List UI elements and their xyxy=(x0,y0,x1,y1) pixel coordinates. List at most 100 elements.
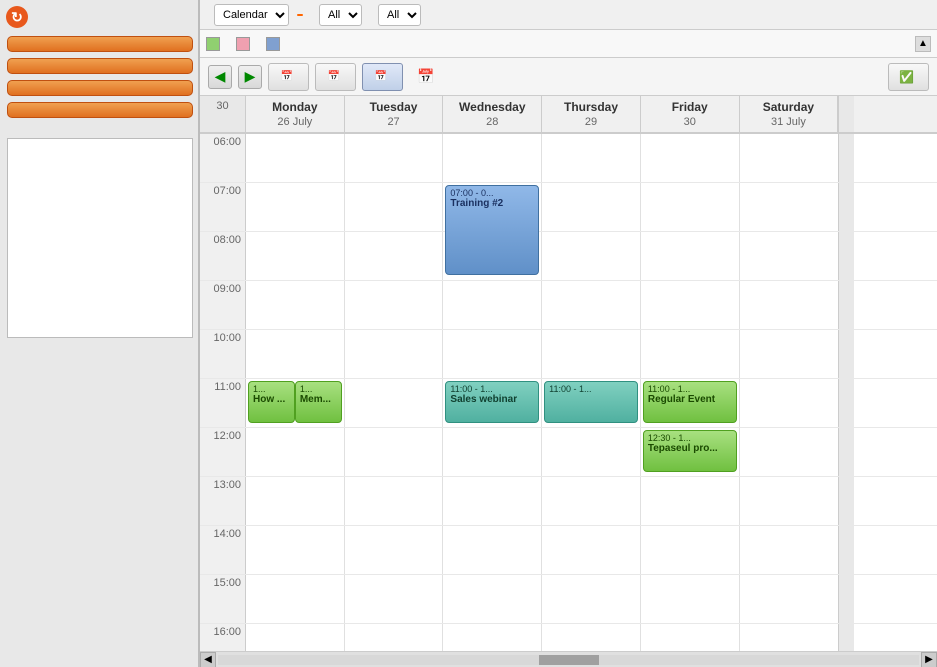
time-cell-row5-col1[interactable]: 1...How ...1...Mem... xyxy=(246,379,345,427)
time-cell-row6-col4[interactable] xyxy=(542,428,641,476)
time-cell-row10-col2[interactable] xyxy=(345,624,444,651)
time-grid[interactable]: 06:0007:0007:00 - 0...Training #208:0009… xyxy=(200,134,937,651)
time-label-09:00: 09:00 xyxy=(200,281,246,329)
time-cell-row7-col4[interactable] xyxy=(542,477,641,525)
time-cell-row8-col1[interactable] xyxy=(246,526,345,574)
settings-button[interactable] xyxy=(7,102,193,118)
time-cell-row8-col5[interactable] xyxy=(641,526,740,574)
time-cell-row9-col6[interactable] xyxy=(740,575,839,623)
time-cell-row6-col6[interactable] xyxy=(740,428,839,476)
time-cell-row7-col2[interactable] xyxy=(345,477,444,525)
next-arrow[interactable]: ▶ xyxy=(238,65,262,89)
time-cell-row4-col3[interactable] xyxy=(443,330,542,378)
event-how[interactable]: 1...How ... xyxy=(248,381,295,423)
row-scroll-spacer xyxy=(838,428,854,476)
time-cell-row1-col4[interactable] xyxy=(542,183,641,231)
time-cell-row7-col5[interactable] xyxy=(641,477,740,525)
week-view-button[interactable]: 📅 xyxy=(315,63,356,91)
today-button[interactable]: ✅ xyxy=(888,63,929,91)
time-cell-row3-col6[interactable] xyxy=(740,281,839,329)
time-cell-row10-col1[interactable] xyxy=(246,624,345,651)
time-cell-row9-col2[interactable] xyxy=(345,575,444,623)
time-cell-row3-col2[interactable] xyxy=(345,281,444,329)
legend-row: ▲ xyxy=(200,30,937,58)
time-cell-row5-col2[interactable] xyxy=(345,379,444,427)
time-cell-row2-col3[interactable] xyxy=(443,232,542,280)
legend-scroll-up[interactable]: ▲ xyxy=(915,36,931,52)
time-cell-row1-col6[interactable] xyxy=(740,183,839,231)
time-cell-row2-col2[interactable] xyxy=(345,232,444,280)
time-cell-row5-col5[interactable]: 11:00 - 1...Regular Event xyxy=(641,379,740,427)
time-cell-row1-col1[interactable] xyxy=(246,183,345,231)
time-cell-row0-col1[interactable] xyxy=(246,134,345,182)
month-view-button[interactable]: 📅 xyxy=(362,63,403,91)
row-scroll-spacer xyxy=(838,232,854,280)
row-scroll-spacer xyxy=(838,477,854,525)
search-attendee-button[interactable] xyxy=(7,80,193,96)
time-cell-row8-col4[interactable] xyxy=(542,526,641,574)
time-cell-row2-col6[interactable] xyxy=(740,232,839,280)
event-sales-webinar[interactable]: 11:00 - 1...Sales webinar xyxy=(445,381,539,423)
time-cell-row8-col3[interactable] xyxy=(443,526,542,574)
time-cell-row4-col5[interactable] xyxy=(641,330,740,378)
room-select[interactable]: All xyxy=(378,4,421,26)
time-cell-row10-col6[interactable] xyxy=(740,624,839,651)
time-cell-row10-col5[interactable] xyxy=(641,624,740,651)
time-cell-row2-col5[interactable] xyxy=(641,232,740,280)
time-cell-row7-col6[interactable] xyxy=(740,477,839,525)
time-cell-row0-col5[interactable] xyxy=(641,134,740,182)
time-cell-row3-col5[interactable] xyxy=(641,281,740,329)
time-cell-row1-col5[interactable] xyxy=(641,183,740,231)
time-cell-row8-col2[interactable] xyxy=(345,526,444,574)
time-cell-row7-col1[interactable] xyxy=(246,477,345,525)
event-event-thu[interactable]: 11:00 - 1... xyxy=(544,381,638,423)
time-cell-row9-col5[interactable] xyxy=(641,575,740,623)
time-cell-row6-col1[interactable] xyxy=(246,428,345,476)
create-event-button[interactable] xyxy=(7,36,193,52)
time-cell-row3-col4[interactable] xyxy=(542,281,641,329)
time-cell-row2-col1[interactable] xyxy=(246,232,345,280)
time-label-08:00: 08:00 xyxy=(200,232,246,280)
scroll-right-button[interactable]: ▶ xyxy=(921,652,937,667)
prev-arrow[interactable]: ◀ xyxy=(208,65,232,89)
time-cell-row4-col4[interactable] xyxy=(542,330,641,378)
back-to-menu-link[interactable]: ↻ xyxy=(6,6,32,28)
time-cell-row5-col3[interactable]: 11:00 - 1...Sales webinar xyxy=(443,379,542,427)
time-cell-row8-col6[interactable] xyxy=(740,526,839,574)
time-cell-row10-col3[interactable] xyxy=(443,624,542,651)
scroll-thumb[interactable] xyxy=(539,655,599,665)
time-cell-row6-col5[interactable]: 12:30 - 1...Tepaseul pro... xyxy=(641,428,740,476)
event-tepaseul[interactable]: 12:30 - 1...Tepaseul pro... xyxy=(643,430,737,472)
event-regular-event[interactable]: 11:00 - 1...Regular Event xyxy=(643,381,737,423)
time-cell-row1-col3[interactable]: 07:00 - 0...Training #2 xyxy=(443,183,542,231)
time-cell-row1-col2[interactable] xyxy=(345,183,444,231)
time-cell-row9-col1[interactable] xyxy=(246,575,345,623)
time-cell-row0-col6[interactable] xyxy=(740,134,839,182)
day-view-button[interactable]: 📅 xyxy=(268,63,309,91)
time-cell-row10-col4[interactable] xyxy=(542,624,641,651)
time-cell-row7-col3[interactable] xyxy=(443,477,542,525)
category-select[interactable]: All xyxy=(319,4,362,26)
view-select[interactable]: Calendar xyxy=(214,4,289,26)
time-cell-row4-col1[interactable] xyxy=(246,330,345,378)
time-cell-row4-col2[interactable] xyxy=(345,330,444,378)
time-cell-row3-col3[interactable] xyxy=(443,281,542,329)
view-events-button[interactable] xyxy=(7,58,193,74)
time-cell-row6-col2[interactable] xyxy=(345,428,444,476)
time-cell-row9-col3[interactable] xyxy=(443,575,542,623)
time-label-06:00: 06:00 xyxy=(200,134,246,182)
scroll-left-button[interactable]: ◀ xyxy=(200,652,216,667)
time-cell-row9-col4[interactable] xyxy=(542,575,641,623)
time-cell-row6-col3[interactable] xyxy=(443,428,542,476)
event-mem[interactable]: 1...Mem... xyxy=(295,381,342,423)
time-cell-row5-col4[interactable]: 11:00 - 1... xyxy=(542,379,641,427)
time-cell-row0-col4[interactable] xyxy=(542,134,641,182)
time-cell-row3-col1[interactable] xyxy=(246,281,345,329)
time-cell-row4-col6[interactable] xyxy=(740,330,839,378)
time-cell-row5-col6[interactable] xyxy=(740,379,839,427)
time-cell-row0-col3[interactable] xyxy=(443,134,542,182)
time-cell-row0-col2[interactable] xyxy=(345,134,444,182)
time-cell-row2-col4[interactable] xyxy=(542,232,641,280)
row-scroll-spacer xyxy=(838,379,854,427)
calendar-area: 30 Monday26 July Tuesday27 Wednesday28 T… xyxy=(200,96,937,667)
